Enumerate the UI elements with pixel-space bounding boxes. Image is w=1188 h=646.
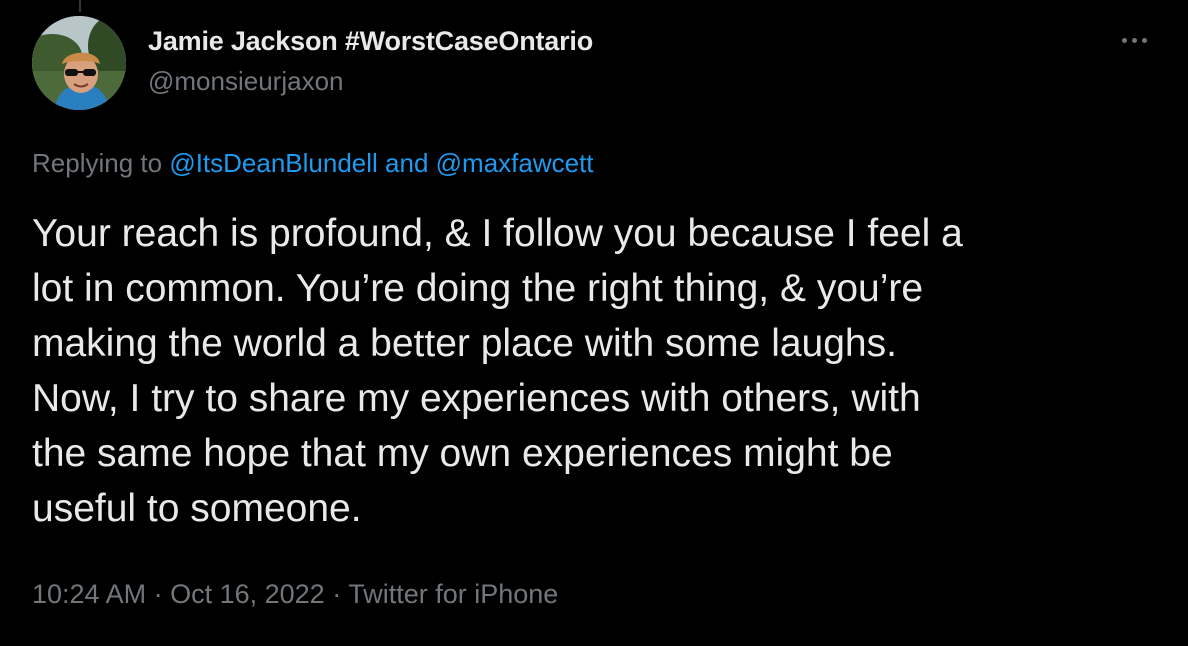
meta-separator: · xyxy=(324,579,349,609)
avatar[interactable] xyxy=(32,16,126,110)
more-horizontal-icon xyxy=(1122,37,1147,43)
replying-to-prefix: Replying to xyxy=(32,148,170,178)
meta-separator: · xyxy=(146,579,171,609)
tweet-time: 10:24 AM xyxy=(32,579,147,609)
tweet-text-line: the same hope that my own experiences mi… xyxy=(32,432,893,475)
mention-link-itsdeanblundell[interactable]: @ItsDeanBlundell xyxy=(169,148,378,178)
tweet-source-link[interactable]: Twitter for iPhone xyxy=(348,579,558,609)
tweet-date: Oct 16, 2022 xyxy=(170,579,325,609)
tweet-text-line: Now, I try to share my experiences with … xyxy=(32,377,921,420)
avatar-photo-icon xyxy=(32,16,126,110)
tweet-text-line: useful to someone. xyxy=(32,487,362,530)
tweet-card: Jamie Jackson #WorstCaseOntario @monsieu… xyxy=(0,0,1188,646)
thread-connector-line xyxy=(79,0,81,12)
mention-link-maxfawcett[interactable]: @maxfawcett xyxy=(436,148,594,178)
tweet-text-line: Your reach is profound, & I follow you b… xyxy=(32,212,963,255)
tweet-text-line: making the world a better place with som… xyxy=(32,322,897,365)
replying-to-line: Replying to @ItsDeanBlundell and @maxfaw… xyxy=(32,145,594,181)
tweet-metadata: 10:24 AM · Oct 16, 2022 · Twitter for iP… xyxy=(32,576,558,612)
author-handle[interactable]: @monsieurjaxon xyxy=(148,64,593,98)
author-display-name[interactable]: Jamie Jackson #WorstCaseOntario xyxy=(148,24,593,58)
author-block: Jamie Jackson #WorstCaseOntario @monsieu… xyxy=(148,24,593,98)
replying-to-connector[interactable]: and xyxy=(378,148,436,178)
tweet-text-line: lot in common. You’re doing the right th… xyxy=(32,267,924,310)
tweet-timestamp-link[interactable]: 10:24 AM · Oct 16, 2022 xyxy=(32,579,325,609)
more-options-button[interactable] xyxy=(1122,28,1158,52)
tweet-text: Your reach is profound, & I follow you b… xyxy=(32,206,1152,536)
